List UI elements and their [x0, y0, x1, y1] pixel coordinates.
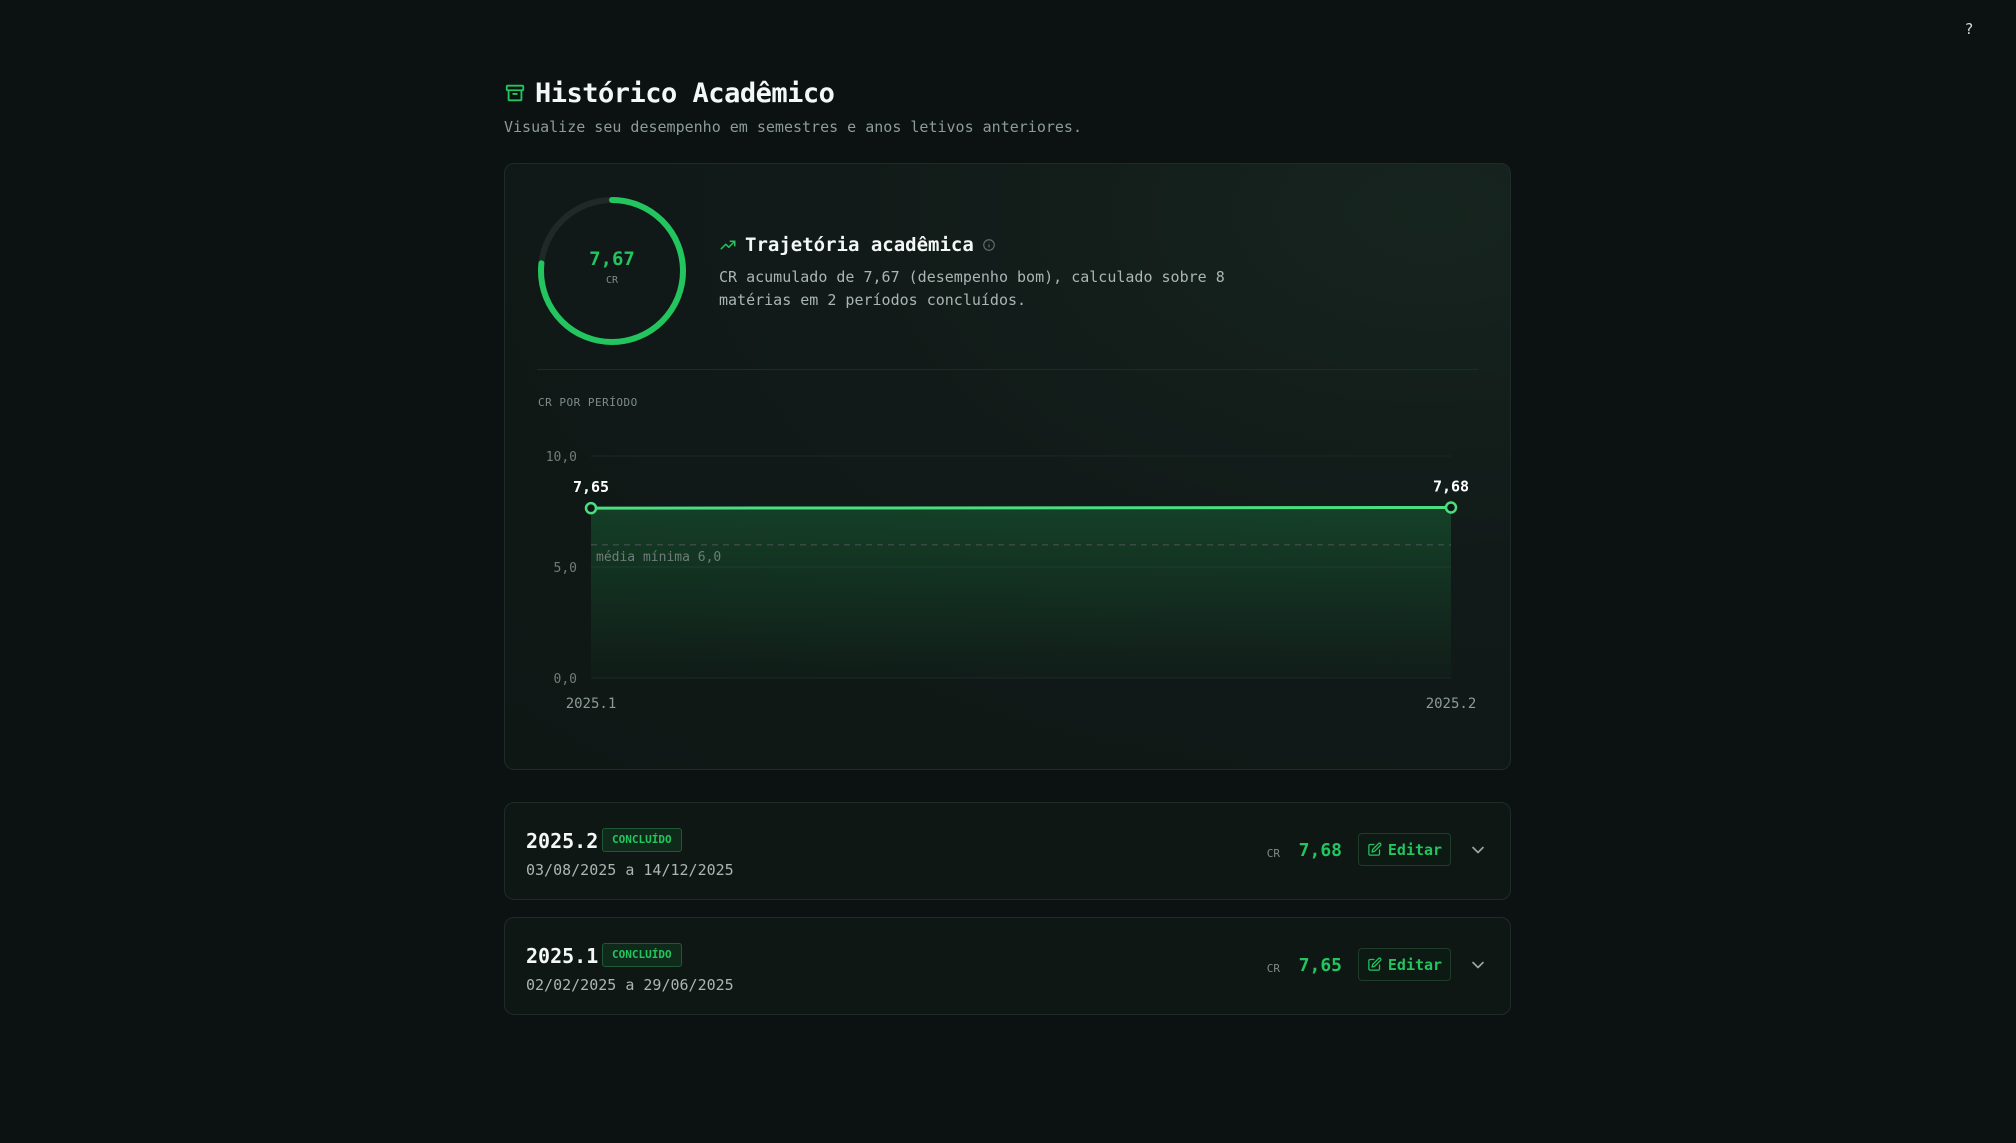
period-card[interactable]: 2025.1 CONCLUÍDO 02/02/2025 a 29/06/2025… — [504, 917, 1511, 1015]
main-content: Histórico Acadêmico Visualize seu desemp… — [504, 78, 1511, 770]
archive-icon — [505, 84, 525, 102]
x-tick-label: 2025.1 — [566, 696, 617, 712]
cr-caption: CR — [1266, 847, 1280, 860]
chevron-down-icon[interactable] — [1468, 955, 1488, 975]
x-tick-label: 2025.2 — [1426, 696, 1477, 712]
data-point — [584, 501, 598, 515]
page-title: Histórico Acadêmico — [535, 77, 835, 109]
reference-line-label: média mínima 6,0 — [596, 550, 721, 565]
edit-button[interactable]: Editar — [1358, 833, 1451, 866]
help-button[interactable]: ? — [1958, 18, 1980, 40]
period-dates: 02/02/2025 a 29/06/2025 — [526, 976, 734, 994]
status-badge: CONCLUÍDO — [602, 828, 682, 852]
series-area — [591, 507, 1451, 678]
data-label: 7,65 — [573, 478, 609, 496]
page-subtitle: Visualize seu desempenho em semestres e … — [504, 118, 1082, 136]
edit-label: Editar — [1387, 840, 1443, 859]
edit-icon — [1368, 842, 1382, 856]
y-tick-label: 5,0 — [554, 561, 577, 576]
edit-label: Editar — [1387, 955, 1443, 974]
period-name: 2025.1 — [526, 944, 599, 968]
cr-caption: CR — [1266, 962, 1280, 975]
status-badge: CONCLUÍDO — [602, 943, 682, 967]
page-header: Histórico Acadêmico — [504, 77, 1511, 109]
cr-chart: 10,0 5,0 0,0 média mínima 6,0 7,65 2025.1 7,68… — [546, 450, 1477, 712]
summary-card: 7,67 CR Trajetória acadêmica CR acumulad… — [504, 163, 1511, 770]
period-cr: 7,68 — [1298, 840, 1342, 861]
period-cr: 7,65 — [1298, 955, 1342, 976]
series-line — [590, 506, 1452, 510]
period-card[interactable]: 2025.2 CONCLUÍDO 03/08/2025 a 14/12/2025… — [504, 802, 1511, 900]
y-tick-label: 10,0 — [546, 450, 577, 465]
data-point — [1444, 501, 1458, 514]
y-tick-label: 0,0 — [554, 672, 577, 687]
data-label: 7,68 — [1433, 478, 1469, 496]
edit-button[interactable]: Editar — [1358, 948, 1451, 981]
period-dates: 03/08/2025 a 14/12/2025 — [526, 861, 734, 879]
edit-icon — [1368, 957, 1382, 971]
period-name: 2025.2 — [526, 829, 599, 853]
chevron-down-icon[interactable] — [1468, 840, 1488, 860]
